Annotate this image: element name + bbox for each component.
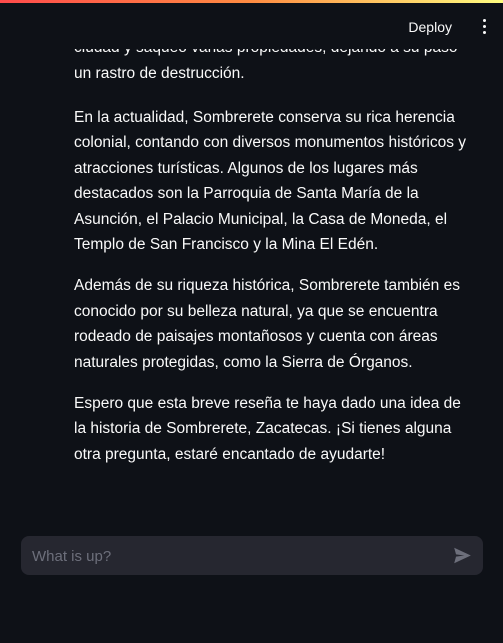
send-icon[interactable] [452,545,473,566]
message-paragraph: Espero que esta breve reseña te haya dad… [74,394,461,463]
chat-input-container[interactable] [21,536,483,577]
deploy-button[interactable]: Deploy [408,17,452,37]
chat-input[interactable] [30,536,439,577]
vertical-ellipsis-icon[interactable] [479,17,489,37]
assistant-message: ciudad y saqueó varias propiedades, deja… [74,38,474,483]
app-header: Deploy [0,3,503,49]
message-paragraph: Además de su riqueza histórica, Sombrere… [74,277,460,371]
message-paragraph: En la actualidad, Sombrerete conserva su… [74,108,467,254]
